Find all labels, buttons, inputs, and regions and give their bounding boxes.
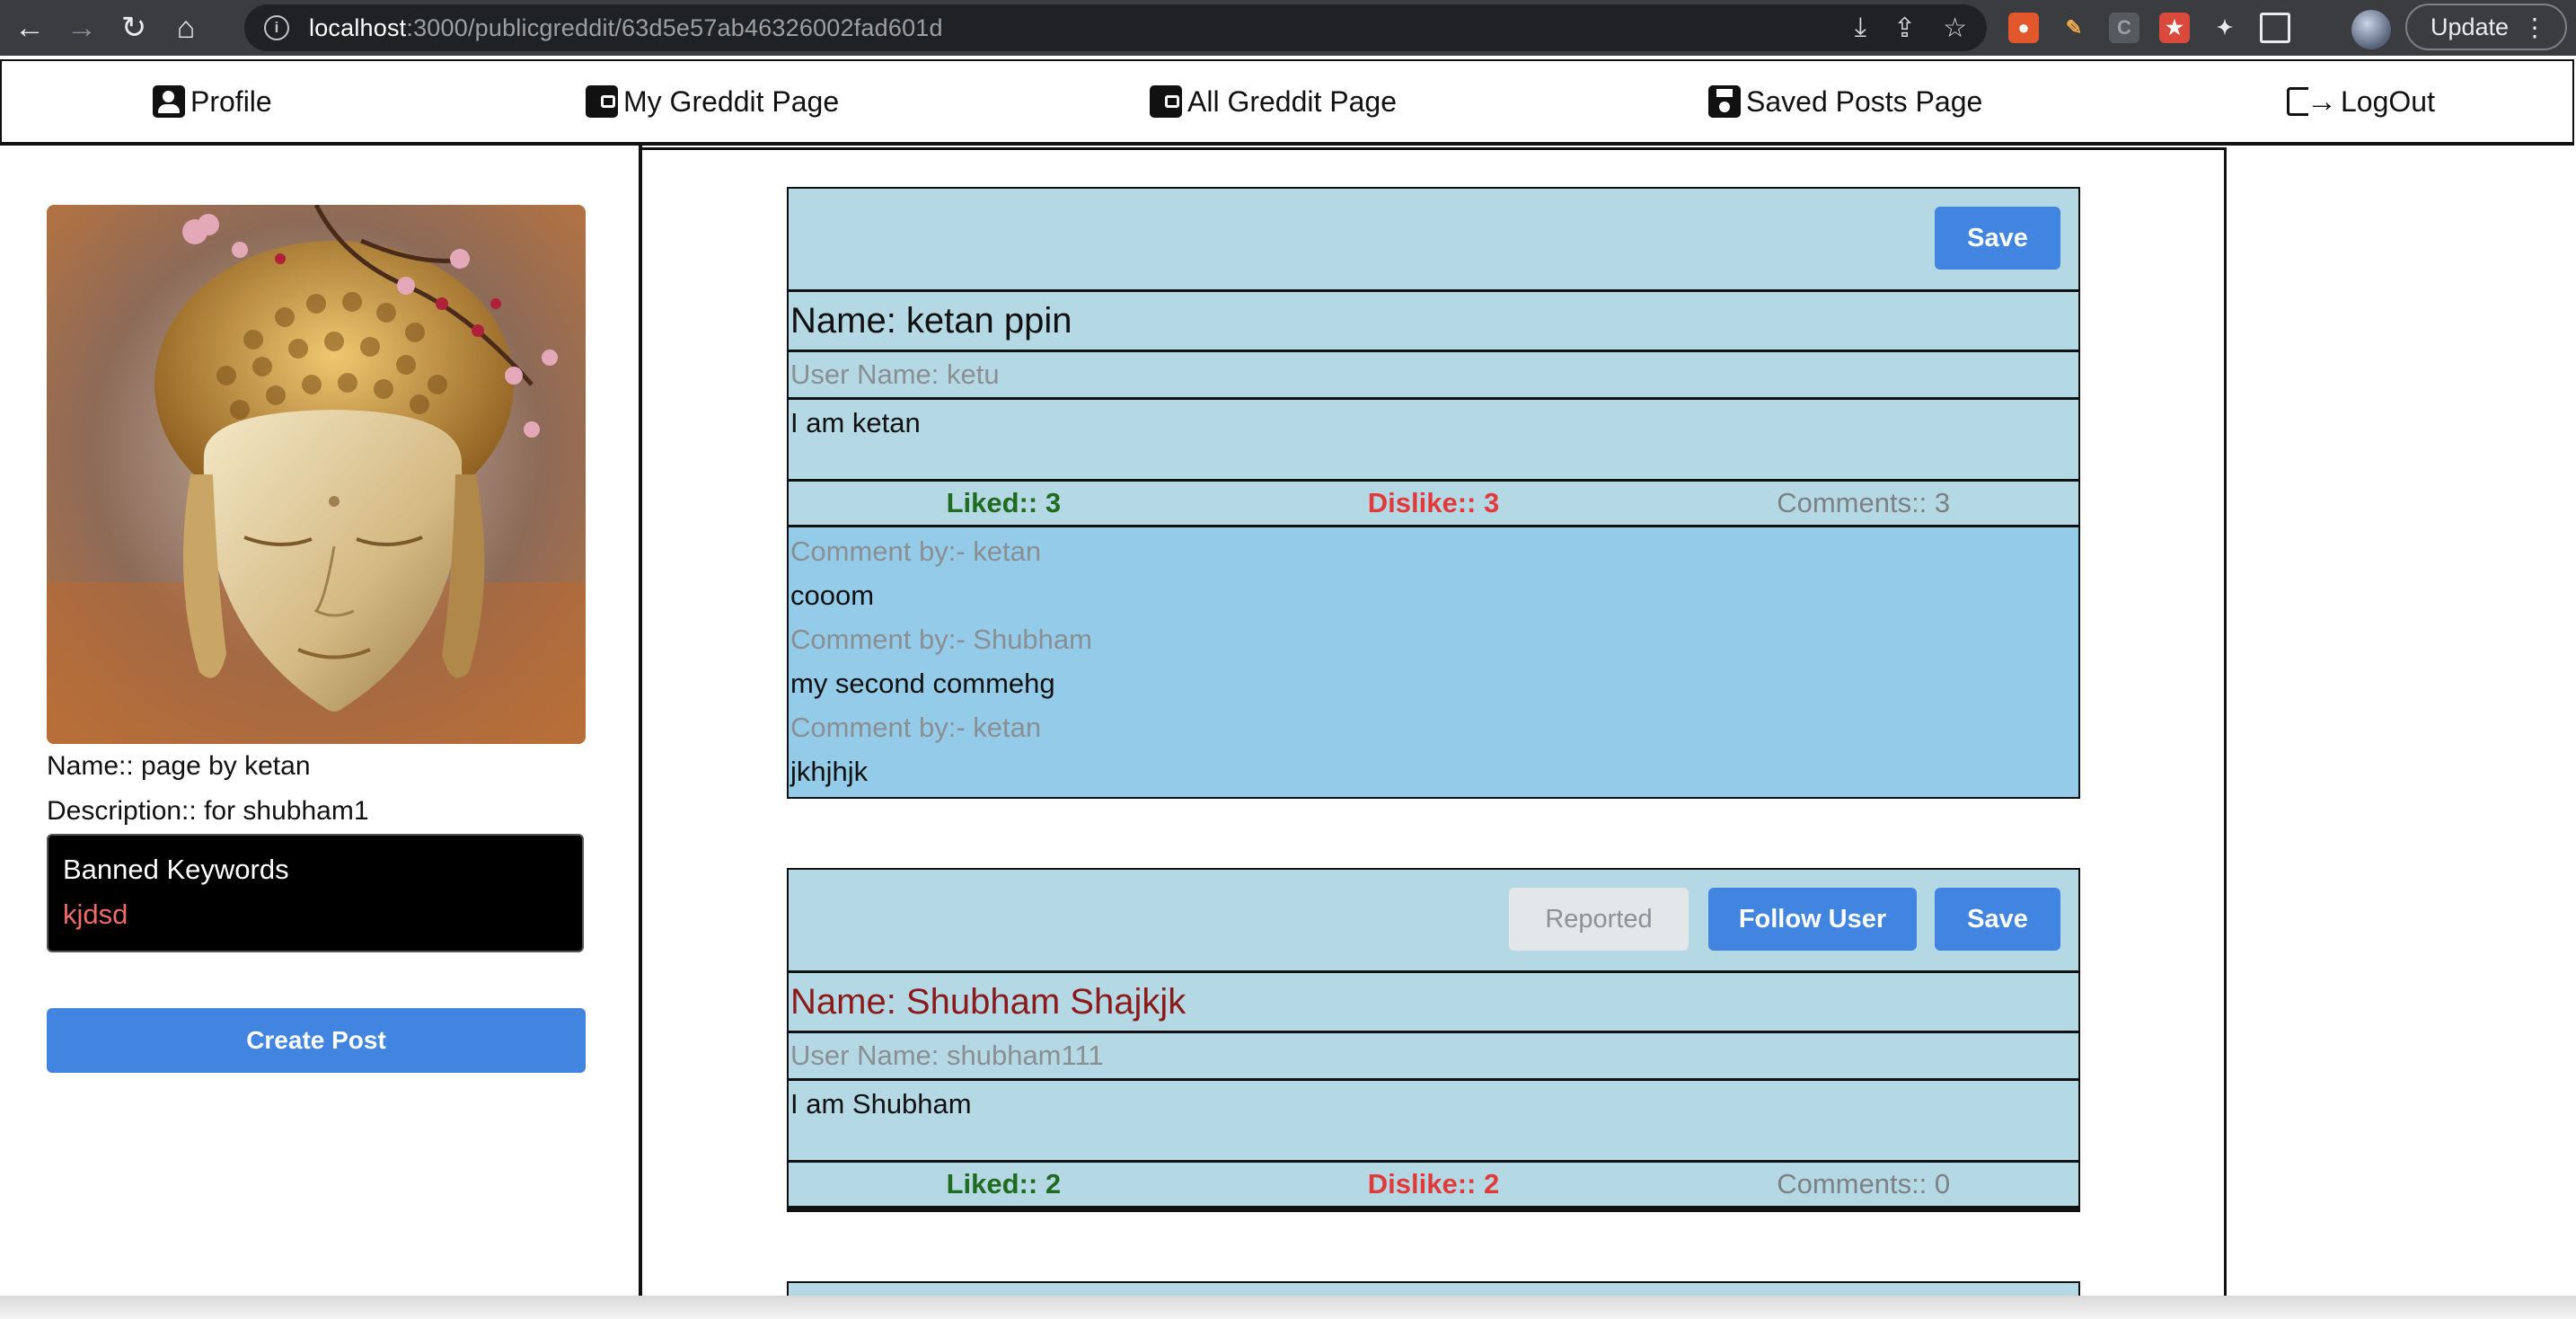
- nav-my-greddit-label: My Greddit Page: [623, 84, 840, 118]
- app-navbar: Profile My Greddit Page All Greddit Page…: [0, 59, 2574, 146]
- floppy-disk-icon: [1708, 85, 1741, 118]
- nav-saved-posts-label: Saved Posts Page: [1746, 84, 1983, 118]
- save-button[interactable]: Save: [1935, 207, 2060, 270]
- comment-author: Comment by:- ketan: [790, 536, 1042, 567]
- comments-count[interactable]: Comments:: 0: [1648, 1168, 2078, 1200]
- wallet-icon: [586, 85, 618, 118]
- follow-user-button[interactable]: Follow User: [1708, 888, 1917, 951]
- browser-toolbar: ← → ↻ ⌂ i localhost:3000/publicgreddit/6…: [0, 0, 2576, 56]
- subgreddit-name: Name:: page by ketan: [47, 751, 311, 781]
- post-actions: Save: [789, 189, 2078, 289]
- banned-keywords-title: Banned Keywords: [63, 854, 289, 885]
- bookmark-star-icon[interactable]: ☆: [1943, 13, 1967, 44]
- main-right-border: [2224, 147, 2227, 1297]
- post-stats: Liked:: 2 Dislike:: 2 Comments:: 0: [789, 1163, 2078, 1210]
- extension-icon[interactable]: ●: [2008, 13, 2039, 43]
- comments-count[interactable]: Comments:: 3: [1648, 487, 2078, 519]
- nav-all-greddit-label: All Greddit Page: [1187, 84, 1398, 118]
- subgreddit-image: [47, 205, 586, 744]
- extensions-bar: ● ✎ C ★ ✦: [2008, 0, 2290, 56]
- reload-icon[interactable]: ↻: [108, 2, 160, 54]
- url-text[interactable]: localhost:3000/publicgreddit/63d5e57ab46…: [309, 14, 943, 42]
- nav-saved-posts[interactable]: Saved Posts Page: [1708, 61, 1982, 142]
- liked-count[interactable]: Liked:: 3: [789, 487, 1219, 519]
- post-username: User Name: shubham111: [789, 1033, 2078, 1081]
- post-author-name: Name: Shubham Shajkjk: [789, 970, 2078, 1033]
- main-top-border: [640, 147, 2227, 150]
- dislike-count[interactable]: Dislike:: 2: [1219, 1168, 1649, 1200]
- comment-text: cooom: [790, 580, 875, 611]
- profile-icon: [153, 85, 185, 118]
- post-author-name: Name: ketan ppin: [789, 289, 2078, 352]
- subgreddit-description: Description:: for shubham1: [47, 796, 369, 826]
- logout-icon: [2287, 87, 2308, 116]
- dislike-count[interactable]: Dislike:: 3: [1219, 487, 1649, 519]
- update-button[interactable]: Update ⋮: [2405, 4, 2567, 50]
- nav-logout[interactable]: → LogOut: [2287, 61, 2435, 142]
- sidebar-divider: [639, 146, 642, 1297]
- post-card: Save Name: ketan ppin User Name: ketu I …: [787, 187, 2080, 799]
- address-bar[interactable]: i localhost:3000/publicgreddit/63d5e57ab…: [244, 4, 1987, 51]
- nav-profile-label: Profile: [190, 84, 272, 118]
- post-stats: Liked:: 3 Dislike:: 3 Comments:: 3: [789, 482, 2078, 527]
- window-bottom-edge: [0, 1296, 2576, 1319]
- back-icon[interactable]: ←: [4, 2, 56, 54]
- post-actions: Reported Follow User Save: [789, 870, 2078, 970]
- wallet-icon: [1150, 85, 1182, 118]
- color-picker-icon[interactable]: ✎: [2059, 13, 2089, 43]
- comments-list: Comment by:- ketan cooom Comment by:- Sh…: [789, 527, 2078, 797]
- post-text: I am Shubham: [789, 1081, 2078, 1163]
- puzzle-icon[interactable]: ✦: [2210, 13, 2240, 43]
- comment-author: Comment by:- Shubham: [790, 624, 1092, 655]
- site-info-icon[interactable]: i: [264, 15, 289, 40]
- extension-icon[interactable]: C: [2109, 13, 2139, 43]
- post-card: Reported Follow User Save Name: Shubham …: [787, 868, 2080, 1212]
- banned-keyword: kjdsd: [63, 899, 128, 930]
- logout-arrow-icon: →: [2307, 84, 2337, 119]
- profile-avatar[interactable]: [2351, 10, 2391, 49]
- forward-icon[interactable]: →: [56, 2, 108, 54]
- reported-button[interactable]: Reported: [1509, 888, 1689, 951]
- post-text: I am ketan: [789, 400, 2078, 482]
- liked-count[interactable]: Liked:: 2: [789, 1168, 1219, 1200]
- extension-icon[interactable]: ★: [2159, 13, 2190, 43]
- nav-all-greddit[interactable]: All Greddit Page: [1150, 61, 1397, 142]
- share-icon[interactable]: ⇪: [1893, 13, 1916, 44]
- menu-dots-icon[interactable]: ⋮: [2522, 13, 2547, 42]
- install-icon[interactable]: ⤓: [1855, 13, 1866, 43]
- create-post-button[interactable]: Create Post: [47, 1008, 586, 1073]
- nav-logout-label: LogOut: [2341, 84, 2435, 118]
- save-button[interactable]: Save: [1935, 888, 2060, 951]
- comment-author: Comment by:- ketan: [790, 712, 1042, 743]
- post-username: User Name: ketu: [789, 352, 2078, 400]
- home-icon[interactable]: ⌂: [160, 2, 212, 54]
- nav-my-greddit[interactable]: My Greddit Page: [586, 61, 839, 142]
- banned-keywords-box: Banned Keywords kjdsd: [47, 834, 584, 952]
- side-panel-icon[interactable]: [2260, 13, 2290, 43]
- nav-profile[interactable]: Profile: [153, 61, 272, 142]
- comment-text: my second commehg: [790, 668, 1055, 699]
- comment-text: jkhjhjk: [790, 756, 869, 787]
